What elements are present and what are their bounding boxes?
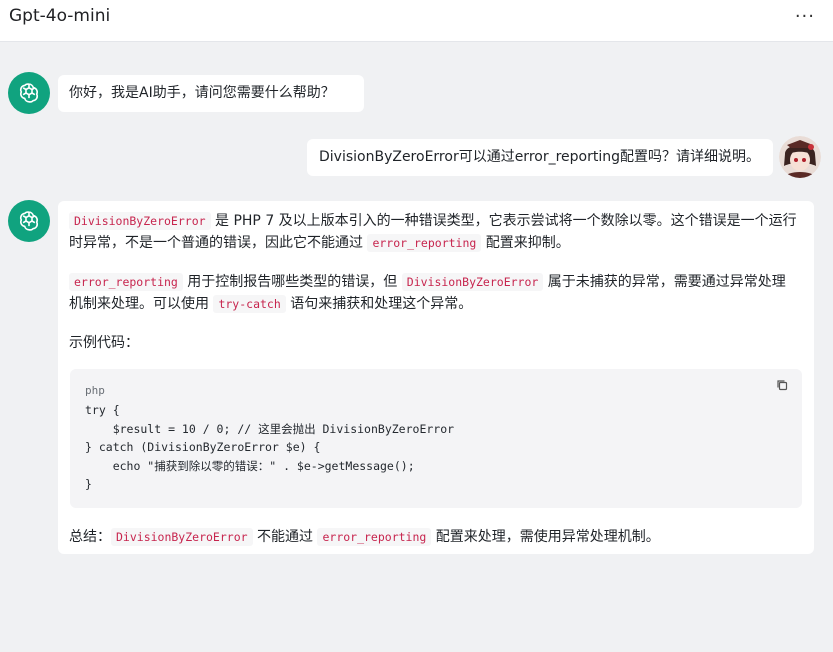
answer-paragraph-3: 示例代码： bbox=[69, 335, 139, 351]
inline-code: error_reporting bbox=[317, 528, 432, 546]
inline-code: DivisionByZeroError bbox=[69, 212, 211, 230]
inline-code: error_reporting bbox=[367, 234, 482, 252]
more-horizontal-icon[interactable]: ··· bbox=[795, 6, 815, 27]
paragraph-text: 不能通过 bbox=[252, 529, 318, 545]
paragraph-text: 配置来处理，需使用异常处理机制。 bbox=[431, 529, 660, 545]
paragraph-text: 用于控制报告哪些类型的错误，但 bbox=[182, 274, 402, 290]
user-avatar bbox=[779, 136, 821, 178]
greeting-text: 你好，我是AI助手，请问您需要什么帮助？ bbox=[69, 85, 335, 101]
code-block: php try { $result = 10 / 0; // 这里会抛出 Div… bbox=[70, 369, 802, 508]
bot-avatar bbox=[8, 200, 50, 242]
user-message: DivisionByZeroError可以通过error_reporting配置… bbox=[307, 139, 773, 176]
inline-code: try-catch bbox=[213, 295, 286, 313]
bot-message-greeting: 你好，我是AI助手，请问您需要什么帮助？ bbox=[58, 75, 364, 112]
paragraph-text: 配置来抑制。 bbox=[481, 235, 570, 251]
answer-paragraph-1: DivisionByZeroError 是 PHP 7 及以上版本引入的一种错误… bbox=[69, 210, 799, 254]
inline-code: DivisionByZeroError bbox=[401, 273, 544, 291]
code-language-label: php bbox=[85, 384, 105, 397]
bot-message-answer: DivisionByZeroError 是 PHP 7 及以上版本引入的一种错误… bbox=[58, 201, 814, 554]
model-title: Gpt-4o-mini bbox=[9, 6, 111, 26]
bot-avatar bbox=[8, 72, 50, 114]
paragraph-text: 总结： bbox=[69, 529, 111, 545]
copy-icon[interactable] bbox=[776, 379, 788, 391]
answer-paragraph-2: error_reporting 用于控制报告哪些类型的错误，但 Division… bbox=[69, 271, 799, 315]
paragraph-text: 语句来捕获和处理这个异常。 bbox=[285, 296, 473, 312]
user-question-text: DivisionByZeroError可以通过error_reporting配置… bbox=[319, 149, 760, 165]
answer-paragraph-4: 总结： DivisionByZeroError 不能通过 error_report… bbox=[69, 526, 660, 548]
openai-logo-icon bbox=[19, 83, 39, 103]
chat-header: Gpt-4o-mini ··· bbox=[0, 0, 833, 42]
inline-code: DivisionByZeroError bbox=[111, 528, 253, 546]
openai-logo-icon bbox=[19, 211, 39, 231]
inline-code: error_reporting bbox=[69, 273, 183, 291]
code-content: try { $result = 10 / 0; // 这里会抛出 Divisio… bbox=[85, 403, 455, 491]
